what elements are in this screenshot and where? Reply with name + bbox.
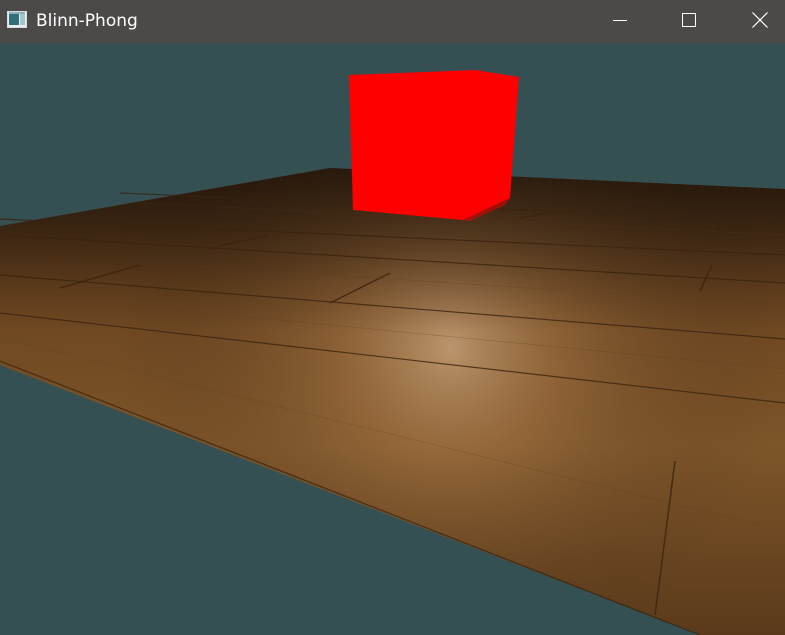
close-icon xyxy=(752,11,768,32)
maximize-button[interactable] xyxy=(666,0,712,43)
title-bar[interactable]: Blinn-Phong xyxy=(0,0,785,43)
close-button[interactable] xyxy=(737,0,783,43)
render-viewport[interactable] xyxy=(0,43,785,635)
minimize-icon xyxy=(613,12,627,31)
window-title: Blinn-Phong xyxy=(36,11,138,31)
app-window-icon xyxy=(7,11,27,28)
scene-canvas xyxy=(0,43,785,635)
red-cube xyxy=(349,70,519,221)
app-window: Blinn-Phong xyxy=(0,0,785,635)
maximize-icon xyxy=(682,12,696,31)
minimize-button[interactable] xyxy=(597,0,643,43)
